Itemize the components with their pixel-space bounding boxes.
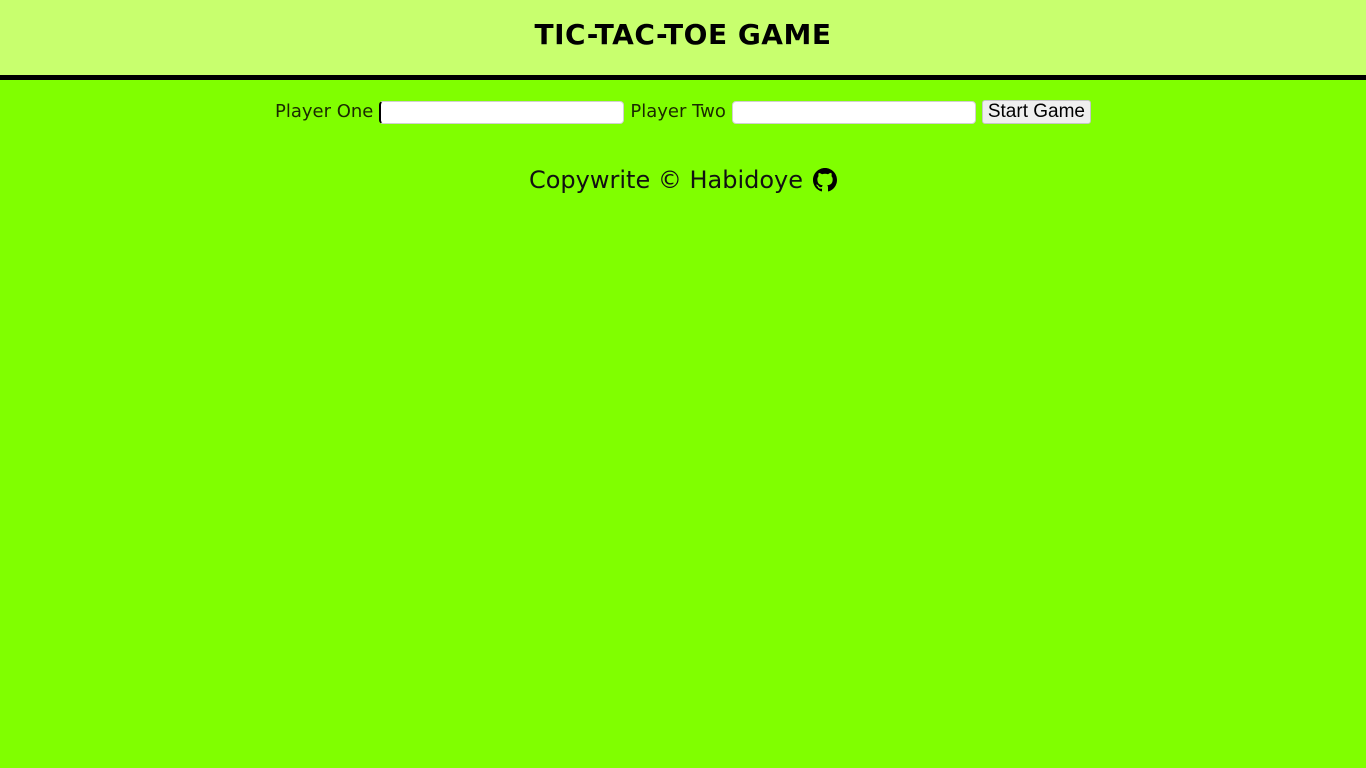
page-title: TIC-TAC-TOE GAME	[534, 17, 832, 51]
github-icon	[813, 168, 838, 192]
player-two-input[interactable]	[731, 100, 976, 124]
start-game-button[interactable]: Start Game	[981, 100, 1092, 124]
page-footer: Copywrite © Habidoye	[0, 163, 1366, 197]
player-one-label: Player One	[274, 101, 374, 122]
page-header: TIC-TAC-TOE GAME	[0, 0, 1366, 80]
github-link[interactable]	[813, 168, 838, 192]
player-form: Player One Player Two Start Game	[0, 99, 1366, 125]
player-two-label: Player Two	[630, 101, 726, 122]
copyright-text: Copywrite © Habidoye	[528, 166, 804, 194]
player-one-input[interactable]	[379, 100, 625, 124]
